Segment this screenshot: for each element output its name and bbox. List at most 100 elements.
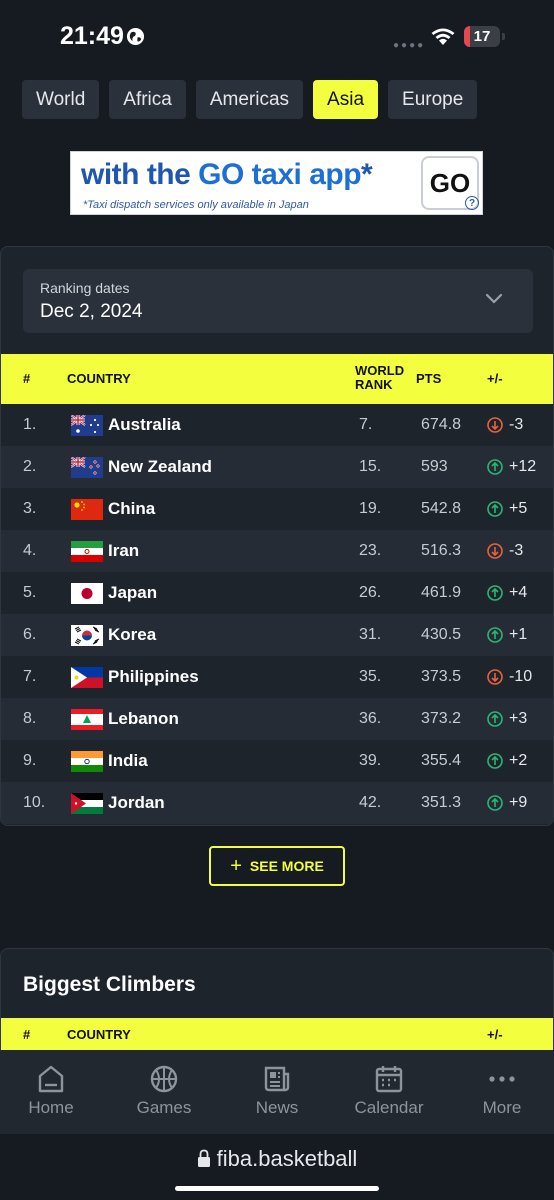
climbers-header-rank: # xyxy=(23,1027,31,1042)
row-rank: 6. xyxy=(23,626,37,643)
tab-europe[interactable]: Europe xyxy=(388,80,478,119)
arrow-up-icon xyxy=(487,459,503,475)
header-change: +/- xyxy=(487,371,503,386)
lock-icon xyxy=(197,1149,210,1167)
arrow-up-icon xyxy=(487,795,503,811)
row-rank: 10. xyxy=(23,794,46,811)
row-country: Jordan xyxy=(108,793,165,812)
row-change: +2 xyxy=(509,752,528,769)
ranking-card: Ranking dates Dec 2, 2024 # COUNTRY WORL… xyxy=(0,246,554,826)
biggest-climbers-title: Biggest Climbers xyxy=(23,973,196,996)
calendar-icon xyxy=(375,1066,403,1093)
see-more-button[interactable]: + SEE MORE xyxy=(209,846,345,886)
plus-icon: + xyxy=(230,855,242,877)
newspaper-icon xyxy=(264,1066,290,1092)
climbers-header-change: +/- xyxy=(487,1027,503,1042)
header-pts: PTS xyxy=(416,371,442,386)
table-row[interactable]: 1. Australia 7. 674.8 -3 xyxy=(1,404,553,446)
row-pts: 373.5 xyxy=(421,668,462,685)
lebanon-flag xyxy=(71,709,103,730)
row-pts: 355.4 xyxy=(421,752,462,769)
chevron-down-icon xyxy=(485,293,503,304)
row-change: -3 xyxy=(509,542,524,559)
nav-home-label: Home xyxy=(28,1098,74,1117)
tab-asia[interactable]: Asia xyxy=(313,80,379,119)
row-change: +4 xyxy=(509,584,528,601)
row-rank: 9. xyxy=(23,752,37,769)
table-row[interactable]: 5. Japan 26. 461.9 +4 xyxy=(1,572,553,614)
home-icon xyxy=(38,1065,64,1093)
arrow-up-icon xyxy=(487,711,503,727)
ad-headline-pre: with the xyxy=(81,158,199,191)
australia-flag xyxy=(71,415,103,436)
row-rank: 7. xyxy=(23,668,37,685)
row-change: -3 xyxy=(509,416,524,433)
iran-flag xyxy=(71,541,103,562)
row-country: Lebanon xyxy=(108,709,179,728)
row-rank: 1. xyxy=(23,416,37,433)
ranking-date-label: Ranking dates xyxy=(40,280,130,296)
row-world-rank: 39. xyxy=(359,752,382,769)
tab-americas[interactable]: Americas xyxy=(195,80,304,119)
row-world-rank: 19. xyxy=(359,500,382,517)
india-flag xyxy=(71,751,103,772)
nav-news-label: News xyxy=(255,1098,299,1117)
table-row[interactable]: 8. Lebanon 36. 373.2 +3 xyxy=(1,698,553,740)
jordan-flag xyxy=(71,793,103,814)
table-row[interactable]: 9. India 39. 355.4 +2 xyxy=(1,740,553,782)
arrow-down-icon xyxy=(487,669,503,685)
table-row[interactable]: 2. New Zealand 15. 593 +12 xyxy=(1,446,553,488)
row-world-rank: 35. xyxy=(359,668,382,685)
nav-home[interactable]: Home xyxy=(0,1064,106,1118)
nav-calendar[interactable]: Calendar xyxy=(334,1064,444,1118)
region-tabs: World Africa Americas Asia Europe xyxy=(22,80,478,119)
table-row[interactable]: 6. Korea 31. 430.5 +1 xyxy=(1,614,553,656)
battery-level: 17 xyxy=(473,28,491,45)
bottom-nav: Home Games News Calendar More xyxy=(0,1050,554,1134)
battery-indicator: 17 xyxy=(464,26,500,47)
arrow-down-icon xyxy=(487,543,503,559)
table-row[interactable]: 4. Iran 23. 516.3 -3 xyxy=(1,530,553,572)
new-zealand-flag xyxy=(71,457,103,478)
nav-games-label: Games xyxy=(136,1098,192,1117)
tab-world[interactable]: World xyxy=(22,80,100,119)
table-row[interactable]: 10. Jordan 42. 351.3 +9 xyxy=(1,782,553,824)
row-world-rank: 31. xyxy=(359,626,382,643)
row-pts: 461.9 xyxy=(421,584,462,601)
header-world-rank-line2: RANK xyxy=(355,377,393,392)
row-pts: 373.2 xyxy=(421,710,462,727)
row-rank: 5. xyxy=(23,584,37,601)
header-country: COUNTRY xyxy=(67,371,131,386)
arrow-up-icon xyxy=(487,501,503,517)
url-text: fiba.basketball xyxy=(216,1146,358,1171)
table-row[interactable]: 3. China 19. 542.8 +5 xyxy=(1,488,553,530)
row-world-rank: 36. xyxy=(359,710,382,727)
row-country: Iran xyxy=(108,541,140,560)
ranking-date-select[interactable]: Ranking dates Dec 2, 2024 xyxy=(23,269,533,333)
arrow-up-icon xyxy=(487,585,503,601)
row-pts: 542.8 xyxy=(421,500,462,517)
row-world-rank: 42. xyxy=(359,794,382,811)
home-indicator[interactable] xyxy=(175,1186,379,1191)
row-change: +3 xyxy=(509,710,528,727)
row-country: Japan xyxy=(108,583,158,602)
row-world-rank: 15. xyxy=(359,458,382,475)
nav-games[interactable]: Games xyxy=(109,1064,219,1118)
row-pts: 593 xyxy=(421,458,448,475)
row-world-rank: 7. xyxy=(359,416,373,433)
ad-info-icon[interactable]: ? xyxy=(465,196,479,210)
more-icon xyxy=(489,1076,515,1082)
arrow-down-icon xyxy=(487,417,503,433)
nav-news[interactable]: News xyxy=(222,1064,332,1118)
header-world-rank-line1: WORLD xyxy=(355,363,405,378)
row-rank: 2. xyxy=(23,458,37,475)
ad-headline-app: GO taxi app xyxy=(198,158,362,191)
row-country: Korea xyxy=(108,625,157,644)
tab-africa[interactable]: Africa xyxy=(109,80,186,119)
wifi-icon xyxy=(431,28,455,45)
row-change: +1 xyxy=(509,626,528,643)
nav-more[interactable]: More xyxy=(447,1064,554,1118)
table-row[interactable]: 7. Philippines 35. 373.5 -10 xyxy=(1,656,553,698)
ad-banner[interactable]: with the GO taxi app* *Taxi dispatch ser… xyxy=(70,151,483,215)
ranking-table-header: # COUNTRY WORLD RANK PTS +/- xyxy=(1,354,553,404)
